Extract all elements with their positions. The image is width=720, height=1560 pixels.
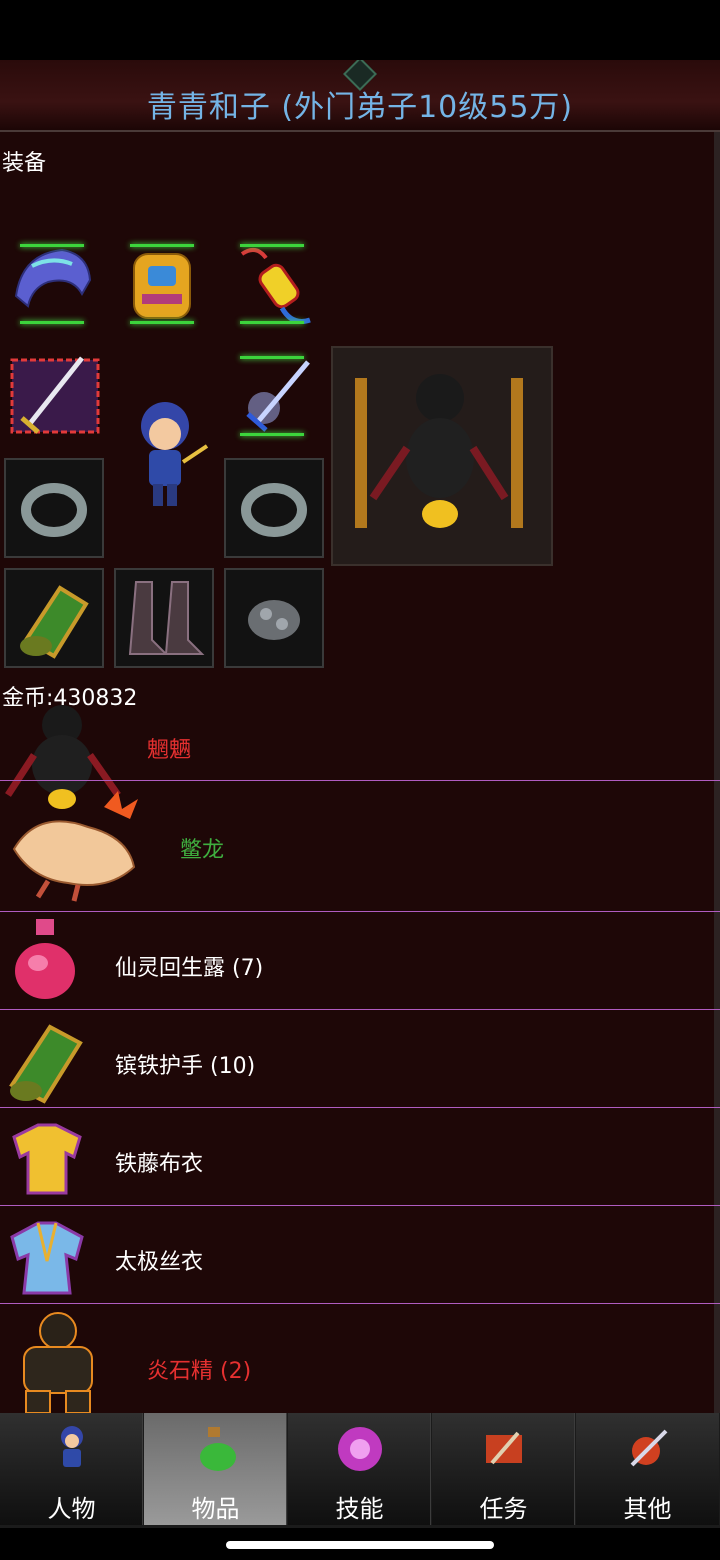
tab-character[interactable]: 人物 <box>0 1413 143 1525</box>
home-indicator[interactable] <box>226 1541 494 1549</box>
tab-label: 其他 <box>623 1495 672 1523</box>
bottom-tab-bar: 人物 物品 技能 任务 其他 <box>0 1413 720 1528</box>
belt-icon <box>248 600 300 640</box>
equip-slot-ring-right[interactable] <box>224 458 324 558</box>
item-name: 太极丝衣 <box>115 1250 204 1275</box>
bracer-icon <box>20 585 89 659</box>
bracer-icon <box>9 1024 83 1104</box>
list-item[interactable]: 魍魉 <box>0 705 720 809</box>
ring-icon <box>21 483 87 537</box>
item-name: 鳖龙 <box>180 838 225 863</box>
skill-orb-icon <box>338 1427 382 1471</box>
item-name: 魍魉 <box>147 738 192 763</box>
sword-icon <box>10 356 100 434</box>
list-item[interactable]: 镔铁护手 (10) <box>0 1009 720 1108</box>
list-item[interactable]: 仙灵回生露 (7) <box>0 911 720 1010</box>
equip-slot-accessory[interactable] <box>222 236 322 336</box>
tab-label: 技能 <box>335 1495 384 1523</box>
status-bar <box>0 0 720 60</box>
tab-items[interactable]: 物品 <box>144 1413 287 1525</box>
glow-bar <box>240 321 304 324</box>
glow-bar <box>240 433 304 436</box>
glow-bar <box>130 244 194 247</box>
list-item[interactable]: 炎石精 (2) <box>0 1303 720 1413</box>
equip-slot-weapon[interactable] <box>2 348 102 448</box>
equip-slot-ring-left[interactable] <box>4 458 104 558</box>
glow-bar <box>20 321 84 324</box>
character-avatar <box>127 396 217 516</box>
equip-slot-helmet[interactable] <box>2 236 102 336</box>
tab-skills[interactable]: 技能 <box>288 1413 431 1525</box>
item-name: 炎石精 (2) <box>147 1359 252 1384</box>
title-bar: 青青和子 (外门弟子10级55万) <box>0 60 720 132</box>
tab-label: 物品 <box>191 1495 240 1523</box>
pet-display[interactable] <box>331 346 553 566</box>
character-icon <box>141 402 209 506</box>
glow-bar <box>20 244 84 247</box>
game-screen: 青青和子 (外门弟子10级55万) 装备 金币:430832 魍魉 鳖龙 仙灵回… <box>0 60 720 1413</box>
boots-icon <box>128 581 205 655</box>
tab-other[interactable]: 其他 <box>576 1413 719 1525</box>
tab-label: 人物 <box>47 1495 96 1523</box>
equip-slot-weapon2[interactable] <box>222 348 322 448</box>
list-item[interactable]: 鳖龙 <box>0 780 720 912</box>
potion-bag-icon <box>200 1427 236 1471</box>
equip-slot-armor[interactable] <box>112 236 212 336</box>
character-icon <box>61 1426 83 1467</box>
glow-bar <box>130 321 194 324</box>
stone-golem-icon <box>23 1312 93 1413</box>
equipment-grid <box>2 236 328 674</box>
equip-slot-belt[interactable] <box>224 568 324 668</box>
silk-robe-icon <box>10 1221 84 1295</box>
quest-scroll-icon <box>486 1431 522 1465</box>
potion-icon <box>15 919 75 999</box>
ring-icon <box>241 483 307 537</box>
tab-label: 任务 <box>479 1495 528 1523</box>
equip-slot-bracer[interactable] <box>4 568 104 668</box>
list-item[interactable]: 太极丝衣 <box>0 1205 720 1304</box>
page-title: 青青和子 (外门弟子10级55万) <box>146 90 574 125</box>
shadow-demon-icon <box>355 374 523 528</box>
robe-icon <box>12 1123 82 1195</box>
fire-lizard-icon <box>12 791 138 902</box>
list-item[interactable]: 铁藤布衣 <box>0 1107 720 1206</box>
glow-bar <box>240 244 304 247</box>
glow-bar <box>240 356 304 359</box>
tab-quests[interactable]: 任务 <box>432 1413 575 1525</box>
other-sword-icon <box>630 1429 668 1467</box>
equip-slot-boots[interactable] <box>114 568 214 668</box>
item-name: 镔铁护手 (10) <box>115 1054 256 1079</box>
item-name: 仙灵回生露 (7) <box>115 956 264 981</box>
equipment-label: 装备 <box>2 151 47 176</box>
item-name: 铁藤布衣 <box>115 1152 204 1177</box>
